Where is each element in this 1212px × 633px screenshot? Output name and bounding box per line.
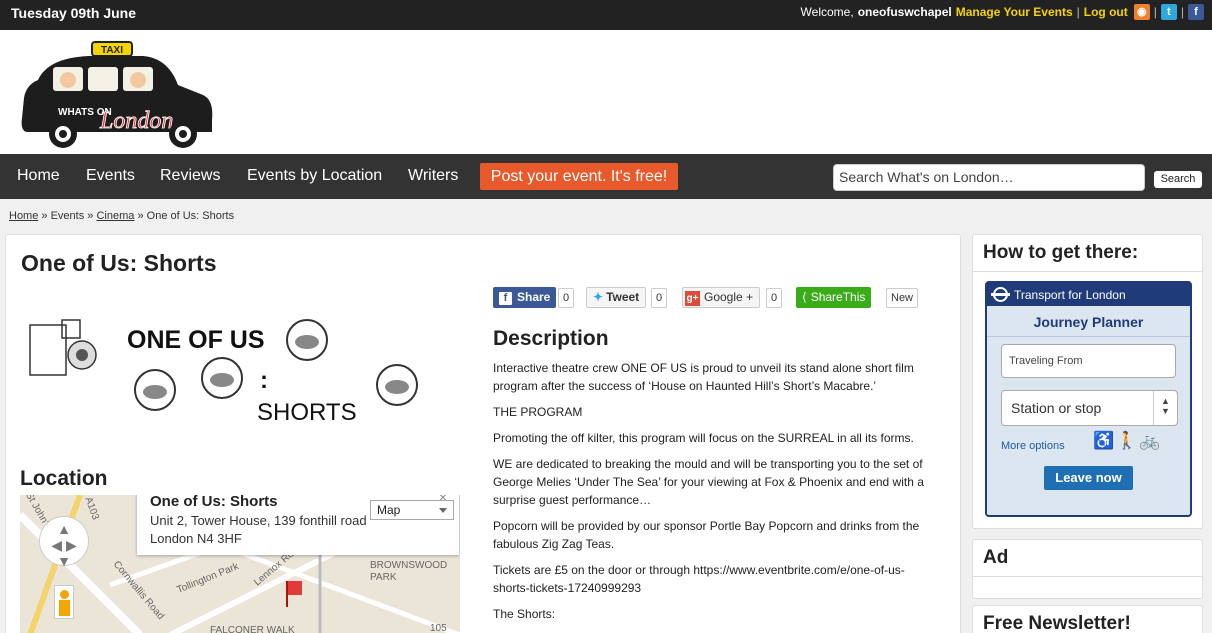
- chevron-down-icon: [439, 508, 447, 513]
- ad-box: Ad: [972, 539, 1203, 599]
- tfl-roundel-icon: [991, 287, 1010, 302]
- facebook-share-button[interactable]: f Share: [493, 287, 557, 308]
- google-plus-icon: g+: [685, 291, 700, 306]
- current-date: Tuesday 09th June: [11, 5, 137, 21]
- breadcrumb-current: One of Us: Shorts: [146, 210, 235, 222]
- nav-reviews[interactable]: Reviews: [160, 167, 220, 185]
- site-header: TAXI WHATS ON London: [0, 30, 1212, 154]
- tweet-count: 0: [651, 288, 668, 308]
- map-marker-icon[interactable]: [286, 581, 302, 595]
- breadcrumb-home[interactable]: Home: [9, 210, 38, 222]
- newsletter-heading: Free Newsletter!: [973, 606, 1202, 633]
- facebook-icon: f: [499, 292, 512, 305]
- leave-now-button[interactable]: Leave now: [1044, 466, 1133, 490]
- street-label: BROWNSWOOD: [370, 560, 448, 571]
- manage-events-link[interactable]: Manage Your Events: [956, 5, 1073, 19]
- map-info-address: Unit 2, Tower House, 139 fonthill road L…: [150, 513, 367, 546]
- sharethis-new-badge: New: [886, 288, 919, 308]
- google-plus-button[interactable]: g+ Google +: [682, 287, 761, 308]
- tweet-button[interactable]: ✦ Tweet: [586, 287, 647, 308]
- facebook-share-count: 0: [558, 288, 575, 308]
- description-paragraph: The Shorts:: [493, 607, 556, 621]
- facebook-icon[interactable]: f: [1188, 4, 1204, 20]
- tfl-journey-planner: Transport for London Journey Planner Tra…: [985, 281, 1192, 517]
- description-paragraph: THE PROGRAM: [493, 405, 583, 419]
- share-icon: ⟨: [802, 290, 807, 304]
- nav-home[interactable]: Home: [17, 167, 60, 185]
- sharethis-button[interactable]: ⟨ ShareThis: [796, 287, 872, 308]
- description-paragraph: WE are dedicated to breaking the mould a…: [493, 457, 924, 507]
- main-nav: Home Events Reviews Events by Location W…: [0, 154, 1212, 199]
- up-down-arrows-icon: ▲ ▼: [1153, 391, 1177, 425]
- svg-text:TAXI: TAXI: [101, 45, 123, 56]
- svg-text:SHORTS: SHORTS: [257, 399, 357, 426]
- twitter-icon[interactable]: t: [1160, 4, 1177, 20]
- rss-icon[interactable]: ◉: [1133, 4, 1150, 20]
- tfl-header: Transport for London: [987, 283, 1190, 306]
- newsletter-box: Free Newsletter!: [972, 605, 1203, 633]
- event-title: One of Us: Shorts: [21, 250, 217, 276]
- svg-text::: :: [260, 367, 268, 394]
- nav-events-by-location[interactable]: Events by Location: [247, 167, 382, 185]
- map-pan-control[interactable]: ▲ ◀ ▶ ▼: [39, 516, 89, 569]
- twitter-bird-icon: ✦: [593, 290, 604, 304]
- description-heading: Description: [493, 327, 609, 350]
- street-label: FALCONER WALK: [210, 625, 295, 633]
- google-plus-count: 0: [766, 288, 783, 308]
- username: oneofuswchapel: [857, 5, 952, 19]
- welcome-text: Welcome,: [800, 5, 854, 19]
- station-select[interactable]: Station or stop ▲ ▼: [1001, 390, 1178, 426]
- user-links: Welcome, oneofuswchapel Manage Your Even…: [801, 4, 1204, 20]
- traveling-from-input[interactable]: Traveling From: [1001, 344, 1176, 378]
- whats-on-london-logo[interactable]: TAXI WHATS ON London: [18, 40, 218, 150]
- breadcrumb: Home » Events » Cinema » One of Us: Shor…: [9, 210, 235, 222]
- svg-text:ONE OF US: ONE OF US: [127, 326, 265, 354]
- top-bar: Tuesday 09th June Welcome, oneofuswchape…: [0, 0, 1212, 30]
- location-map[interactable]: Tollington Park Lennox Rd BROWNSWOOD PAR…: [20, 495, 460, 633]
- description-paragraph: Tickets are £5 on the door or through ht…: [493, 563, 905, 595]
- description-paragraph: Promoting the off kilter, this program w…: [493, 431, 914, 445]
- ad-heading: Ad: [973, 540, 1202, 577]
- accessibility-icons: ♿🚶🚲: [1093, 431, 1163, 450]
- more-options-link[interactable]: More options: [1001, 440, 1065, 452]
- description-paragraph: Interactive theatre crew ONE OF US is pr…: [493, 361, 914, 393]
- search-input[interactable]: Search What's on London…: [833, 164, 1145, 191]
- event-description: Description Interactive theatre crew ONE…: [493, 327, 933, 631]
- location-heading: Location: [20, 467, 108, 490]
- event-promo-image: ONE OF US : SHORTS: [22, 285, 462, 440]
- how-to-get-there-heading: How to get there:: [973, 235, 1202, 272]
- map-type-select[interactable]: Map: [370, 500, 454, 520]
- logout-link[interactable]: Log out: [1084, 5, 1128, 19]
- street-label: 105: [430, 623, 447, 633]
- journey-planner-title: Journey Planner: [987, 306, 1190, 337]
- post-event-button[interactable]: Post your event. It's free!: [480, 163, 678, 190]
- street-label: PARK: [370, 572, 397, 583]
- nav-writers[interactable]: Writers: [408, 167, 458, 185]
- search-button[interactable]: Search: [1154, 171, 1202, 188]
- svg-text:London: London: [99, 108, 173, 134]
- map-info-title: One of Us: Shorts: [150, 495, 278, 510]
- nav-events[interactable]: Events: [86, 167, 135, 185]
- breadcrumb-cinema[interactable]: Cinema: [96, 210, 134, 222]
- description-paragraph: Popcorn will be provided by our sponsor …: [493, 519, 920, 551]
- street-view-pegman-icon[interactable]: [54, 585, 74, 619]
- breadcrumb-events: Events: [50, 210, 85, 222]
